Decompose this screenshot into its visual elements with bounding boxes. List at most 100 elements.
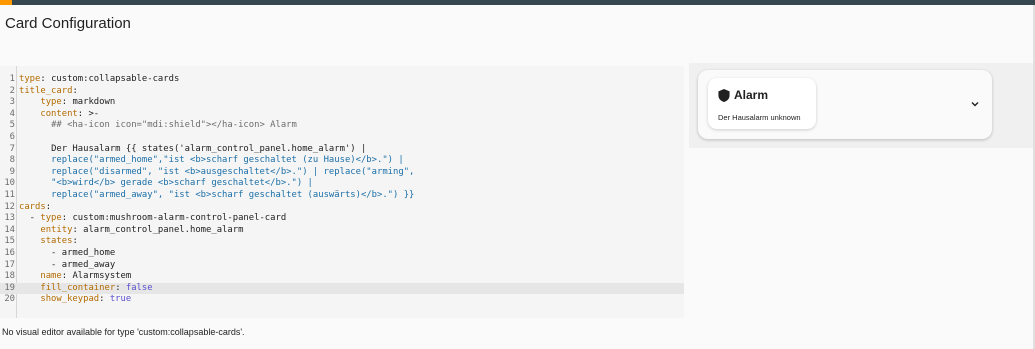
code-text: - armed_home [19,248,115,260]
yaml-key: type [19,74,41,84]
line-number: 10 [4,178,15,189]
alarm-status-text: Der Hausalarm unknown [718,113,801,122]
line-number: 15 [4,236,15,247]
yaml-key: title_card [19,85,73,96]
code-text: content: >- [19,109,99,121]
yaml-separator: : [99,294,110,305]
yaml-value: custom:mushroom-alarm-control-panel-card [72,213,287,224]
yaml-key: states [40,236,73,247]
yaml-value: replace("armed_home","ist <b>scharf gesc… [51,155,404,166]
no-visual-editor-message: No visual editor available for type 'cus… [2,327,245,337]
code-line[interactable]: 17 - armed_away [0,260,684,272]
code-line[interactable]: 12 cards: [0,202,684,214]
line-number: 20 [4,294,15,305]
line-number: 19 [4,282,15,293]
yaml-code-editor[interactable]: 1 type: custom:collapsable-cards 2 title_ca… [0,66,684,318]
code-text: type: markdown [19,97,115,109]
page-title: Card Configuration [5,15,131,32]
code-line[interactable]: 11 replace("armed_away", "ist <b>scharf … [0,190,684,202]
code-line[interactable]: 19 fill_container: false [0,282,684,295]
code-text: entity: alarm_control_panel.home_alarm [19,225,243,237]
code-text: ## <ha-icon icon="mdi:shield"></ha-icon>… [19,120,297,132]
yaml-key: type [40,97,62,108]
code-text: cards: [19,202,51,214]
yaml-value: ## <ha-icon icon="mdi:shield"></ha-icon>… [51,120,297,131]
title-card-label: Alarm [734,88,769,102]
code-indent: - [19,248,62,258]
line-number: 13 [4,213,15,224]
code-line[interactable]: 10 "<b>wird</b> gerade <b>scharf geschal… [0,178,684,190]
card-preview: Alarm Der Hausalarm unknown [689,63,1033,148]
yaml-separator: : [77,108,89,119]
yaml-value: false [125,282,153,293]
code-text: "<b>wird</b> gerade <b>scharf geschaltet… [19,178,313,190]
code-indent: - [19,213,41,224]
line-number: 2 [9,85,15,96]
line-number: 3 [9,97,15,108]
code-line[interactable]: 6 [0,132,684,144]
shield-icon [718,88,730,102]
line-number: 7 [9,143,15,154]
code-line[interactable]: 1 type: custom:collapsable-cards [0,74,684,86]
line-number: 1 [9,74,15,84]
code-line[interactable]: 9 replace("disarmed", "ist <b>ausgeschal… [0,167,684,179]
code-text: replace("armed_away", "ist <b>scharf ges… [19,190,414,202]
yaml-value: custom:collapsable-cards [51,74,180,84]
yaml-key: show_keypad [40,294,100,305]
yaml-key: cards [19,201,46,212]
yaml-value: Der Hausalarm {{ states('alarm_control_p… [51,143,367,154]
yaml-value: replace("armed_away", "ist <b>scharf ges… [51,190,415,200]
code-line[interactable]: 7 Der Hausalarm {{ states('alarm_control… [0,144,684,156]
collapsable-card[interactable]: Alarm Der Hausalarm unknown [698,70,992,139]
code-line[interactable]: 14 entity: alarm_control_panel.home_alar… [0,225,684,237]
code-text: fill_container: false [19,282,153,295]
line-number: 14 [4,224,15,235]
yaml-value: Alarmsystem [72,271,132,282]
code-line[interactable]: 18 name: Alarmsystem [0,271,684,283]
line-number: 8 [9,155,15,166]
yaml-key: entity [40,224,73,235]
code-line[interactable]: 13 - type: custom:mushroom-alarm-control… [0,213,684,225]
yaml-separator: : [72,224,84,235]
yaml-value: alarm_control_panel.home_alarm [83,224,244,235]
code-line[interactable]: 2 title_card: [0,86,684,98]
yaml-value: armed_home [61,248,116,258]
yaml-value: true [109,294,132,305]
code-line[interactable]: 16 - armed_home [0,248,684,260]
yaml-separator: : [40,74,52,84]
code-text: title_card: [19,86,78,98]
code-text: name: Alarmsystem [19,271,131,283]
code-text: - armed_away [19,260,115,272]
code-line[interactable]: 5 ## <ha-icon icon="mdi:shield"></ha-ico… [0,120,684,132]
yaml-value: >- [88,108,100,119]
title-card-heading: Alarm [718,88,768,102]
chevron-down-icon[interactable] [970,99,980,109]
code-line[interactable]: 3 type: markdown [0,97,684,109]
code-text: type: custom:collapsable-cards [19,74,179,86]
yaml-separator: : [115,282,126,293]
yaml-separator: : [61,97,73,108]
yaml-key: name [40,271,62,282]
yaml-value: markdown [72,97,116,108]
code-line[interactable]: 20 show_keypad: true [0,294,684,306]
code-line[interactable]: 8 replace("armed_home","ist <b>scharf ge… [0,155,684,167]
yaml-key: type [40,213,62,224]
line-number: 11 [4,190,15,200]
line-number: 6 [9,132,15,142]
code-line[interactable]: 4 content: >- [0,109,684,121]
yaml-key: content [40,108,78,119]
code-line[interactable]: 15 states: [0,236,684,248]
yaml-separator: : [61,213,73,224]
line-number: 17 [4,259,15,270]
yaml-value: "<b>wird</b> gerade <b>scharf geschaltet… [51,178,313,189]
